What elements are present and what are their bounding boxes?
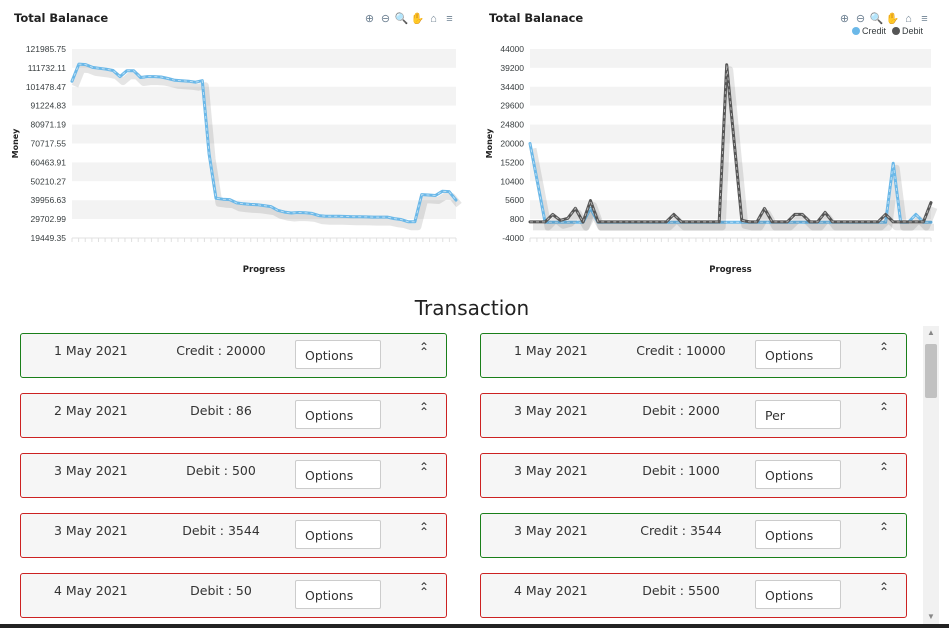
transaction-amount: Credit : 3544 <box>640 523 722 538</box>
y-tick-label: 29600 <box>500 101 524 111</box>
transaction-amount: Debit : 1000 <box>642 463 720 478</box>
options-input[interactable]: Options <box>755 580 841 609</box>
chevron-up-icon[interactable]: ⌃ ⌃ <box>879 401 889 418</box>
options-input[interactable]: Per <box>755 400 841 429</box>
y-tick-label: 24800 <box>500 120 524 130</box>
grid-band <box>72 124 456 144</box>
transaction-card[interactable]: 3 May 2021 Debit : 1000 Options ⌃ ⌃ <box>480 453 907 498</box>
transaction-amount: Credit : 10000 <box>636 343 726 358</box>
line-chart: 44000 39200 34400 29600 24800 20000 15200 10400… <box>485 44 938 275</box>
options-input[interactable]: Options <box>295 340 381 369</box>
scrollbar[interactable]: ▲ ▼ <box>923 326 939 624</box>
transaction-amount: Debit : 500 <box>186 463 256 478</box>
transaction-card[interactable]: 4 May 2021 Debit : 5500 Options ⌃ ⌃ <box>480 573 907 618</box>
grid-band <box>530 124 931 144</box>
transaction-card[interactable]: 3 May 2021 Debit : 2000 Per ⌃ ⌃ <box>480 393 907 438</box>
y-tick-label: 19449.35 <box>31 233 67 243</box>
options-input[interactable]: Options <box>295 580 381 609</box>
line-chart: 121985.75 111732.11 101478.47 91224.83 80971… <box>11 44 462 275</box>
y-tick-label: 121985.75 <box>26 44 66 54</box>
transaction-card[interactable]: 3 May 2021 Debit : 3544 Options ⌃ ⌃ <box>20 513 447 558</box>
y-tick-label: 39956.63 <box>31 195 67 205</box>
transaction-card[interactable]: 1 May 2021 Credit : 10000 Options ⌃ ⌃ <box>480 333 907 378</box>
chevron-up-icon[interactable]: ⌃ ⌃ <box>419 521 429 538</box>
x-axis-label: Progress <box>709 265 751 275</box>
transaction-date: 3 May 2021 <box>514 463 588 478</box>
grid-band <box>72 49 456 68</box>
grid-band <box>530 143 931 163</box>
y-tick-label: 101478.47 <box>26 82 66 92</box>
scroll-thumb[interactable] <box>925 344 937 398</box>
y-tick-label: 29702.99 <box>31 214 67 224</box>
y-tick-label: 15200 <box>500 157 524 167</box>
y-tick-label: 10400 <box>500 176 524 186</box>
transaction-date: 4 May 2021 <box>514 583 588 598</box>
chevron-up-icon[interactable]: ⌃ ⌃ <box>879 341 889 358</box>
grid-band <box>530 162 931 182</box>
transaction-amount: Debit : 3544 <box>182 523 260 538</box>
y-tick-label: 44000 <box>500 44 524 54</box>
grid-band <box>72 181 456 201</box>
options-input[interactable]: Options <box>295 400 381 429</box>
transaction-card[interactable]: 1 May 2021 Credit : 20000 Options ⌃ ⌃ <box>20 333 447 378</box>
grid-band <box>530 181 931 201</box>
grid-band <box>72 162 456 182</box>
scroll-down-icon[interactable]: ▼ <box>923 610 939 624</box>
scroll-up-icon[interactable]: ▲ <box>923 326 939 340</box>
options-input[interactable]: Options <box>295 520 381 549</box>
balance-chart-left: Total Balanace ⊕ ⊖ 🔍 ✋ ⌂ ≡ 121985.75 1117… <box>0 0 462 290</box>
y-axis-label: Money <box>11 128 20 159</box>
transaction-list: 1 May 2021 Credit : 20000 Options ⌃ ⌃ 2 May 2… <box>0 326 940 624</box>
grid-band <box>530 49 931 68</box>
chevron-up-icon[interactable]: ⌃ ⌃ <box>419 341 429 358</box>
y-tick-label: 20000 <box>500 139 524 149</box>
transaction-date: 1 May 2021 <box>54 343 128 358</box>
y-tick-label: 39200 <box>500 63 524 73</box>
transaction-date: 3 May 2021 <box>514 403 588 418</box>
chevron-up-icon[interactable]: ⌃ ⌃ <box>419 401 429 418</box>
grid-band <box>72 143 456 163</box>
options-input[interactable]: Options <box>755 520 841 549</box>
y-tick-label: 50210.27 <box>31 176 67 186</box>
x-axis-label: Progress <box>243 265 285 275</box>
grid-band <box>72 86 456 106</box>
transaction-date: 2 May 2021 <box>54 403 128 418</box>
transaction-date: 4 May 2021 <box>54 583 128 598</box>
transaction-amount: Debit : 50 <box>190 583 252 598</box>
chevron-up-icon[interactable]: ⌃ ⌃ <box>879 581 889 598</box>
transaction-amount: Debit : 86 <box>190 403 252 418</box>
bottom-border <box>0 624 949 628</box>
transaction-date: 3 May 2021 <box>514 523 588 538</box>
grid-band <box>72 105 456 125</box>
chevron-up-icon[interactable]: ⌃ ⌃ <box>419 581 429 598</box>
y-tick-label: 70717.55 <box>31 139 67 149</box>
transaction-amount: Debit : 5500 <box>642 583 720 598</box>
chevron-up-icon[interactable]: ⌃ ⌃ <box>879 521 889 538</box>
transaction-card[interactable]: 2 May 2021 Debit : 86 Options ⌃ ⌃ <box>20 393 447 438</box>
transaction-date: 3 May 2021 <box>54 463 128 478</box>
options-input[interactable]: Options <box>755 460 841 489</box>
y-tick-label: 800 <box>510 214 524 224</box>
y-tick-label: -4000 <box>502 233 524 243</box>
section-title: Transaction <box>414 296 530 320</box>
options-input[interactable]: Options <box>755 340 841 369</box>
transaction-date: 1 May 2021 <box>514 343 588 358</box>
y-tick-label: 91224.83 <box>31 101 67 111</box>
y-tick-label: 111732.11 <box>28 63 67 73</box>
transaction-date: 3 May 2021 <box>54 523 128 538</box>
y-tick-label: 60463.91 <box>31 157 67 167</box>
chevron-up-icon[interactable]: ⌃ ⌃ <box>419 461 429 478</box>
balance-chart-right: Total Balanace ⊕ ⊖ 🔍 ✋ ⌂ ≡ Credit Debit … <box>475 0 938 290</box>
y-tick-label: 80971.19 <box>31 120 67 130</box>
transaction-card[interactable]: 3 May 2021 Debit : 500 Options ⌃ ⌃ <box>20 453 447 498</box>
y-tick-label: 34400 <box>500 82 524 92</box>
transaction-amount: Debit : 2000 <box>642 403 720 418</box>
transaction-card[interactable]: 4 May 2021 Debit : 50 Options ⌃ ⌃ <box>20 573 447 618</box>
transaction-amount: Credit : 20000 <box>176 343 266 358</box>
y-axis-label: Money <box>485 128 494 159</box>
y-tick-label: 5600 <box>505 195 524 205</box>
chevron-up-icon[interactable]: ⌃ ⌃ <box>879 461 889 478</box>
transaction-card[interactable]: 3 May 2021 Credit : 3544 Options ⌃ ⌃ <box>480 513 907 558</box>
options-input[interactable]: Options <box>295 460 381 489</box>
